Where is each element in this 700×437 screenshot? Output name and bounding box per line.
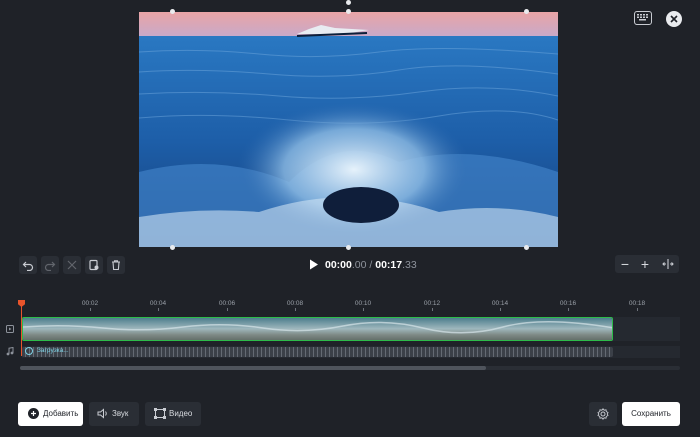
plus-circle-icon [28,408,39,419]
trash-icon [112,260,120,271]
ruler-tick-label: 00:02 [81,300,99,307]
sound-label: Звук [112,409,129,418]
redo-button[interactable] [41,256,59,274]
split-icon [89,259,99,271]
ruler-tick-label: 00:18 [628,300,646,307]
video-label: Видео [169,409,193,418]
fit-timeline-button[interactable] [657,255,679,273]
rotate-handle[interactable] [346,0,351,5]
add-button[interactable]: Добавить [18,402,83,426]
ruler-tick [568,308,569,311]
keyboard-shortcuts-button[interactable] [634,11,652,25]
video-preview[interactable] [139,12,558,247]
ruler-tick [637,308,638,311]
crop-handle[interactable] [170,245,175,250]
undo-button[interactable] [19,256,37,274]
ruler-tick [90,308,91,311]
ruler-tick [227,308,228,311]
crop-handle[interactable] [170,9,175,14]
split-button[interactable] [85,256,103,274]
ruler-tick-label: 00:08 [286,300,304,307]
audio-waveform[interactable] [22,347,613,357]
speaker-icon [97,408,107,419]
gear-icon [597,408,609,420]
ruler-tick [500,308,501,311]
video-button[interactable]: Видео [145,402,201,426]
fit-icon [662,259,674,269]
save-button[interactable]: Сохранить [622,402,680,426]
sound-button[interactable]: Звук [89,402,139,426]
clip-thumbnail [23,318,612,340]
close-button[interactable] [666,11,682,27]
preview-frame [139,12,558,247]
video-clip[interactable] [22,317,613,341]
add-label: Добавить [43,409,79,418]
total-time-frac: .33 [402,259,417,271]
cut-icon [67,260,77,270]
timeline-scroll-thumb[interactable] [20,366,486,370]
total-time: 00:17 [375,259,403,271]
settings-button[interactable] [589,402,617,426]
ruler-tick-label: 00:10 [354,300,372,307]
ruler-tick-label: 00:04 [149,300,167,307]
undo-icon [22,261,34,271]
cut-button[interactable] [63,256,81,274]
keyboard-icon [637,14,648,21]
timecode: 00:00.00 / 00:17.33 [325,259,417,271]
save-label: Сохранить [631,409,671,418]
ruler-tick [158,308,159,311]
delete-button[interactable] [107,256,125,274]
ruler-tick-label: 00:12 [423,300,441,307]
audio-loading-label: Загрузка... [37,347,69,354]
zoom-in-button[interactable]: + [635,255,655,273]
current-time-frac: .00 [351,259,367,271]
close-icon [670,15,678,23]
crop-handle[interactable] [346,245,351,250]
time-separator: / [366,259,376,271]
zoom-out-button[interactable]: − [615,255,635,273]
crop-handle[interactable] [524,9,529,14]
ruler-tick [432,308,433,311]
ruler-tick-label: 00:16 [559,300,577,307]
crop-handle[interactable] [524,245,529,250]
ruler-tick-label: 00:14 [491,300,509,307]
ruler-tick [363,308,364,311]
crop-icon [154,408,166,419]
ruler-tick [295,308,296,311]
crop-handle[interactable] [346,9,351,14]
play-icon[interactable] [309,259,319,270]
current-time: 00:00 [325,259,352,271]
loading-spinner-icon [25,347,33,355]
video-track-icon [6,325,14,333]
redo-icon [44,261,56,271]
music-note-icon [6,347,14,356]
ruler-tick-label: 00:06 [218,300,236,307]
